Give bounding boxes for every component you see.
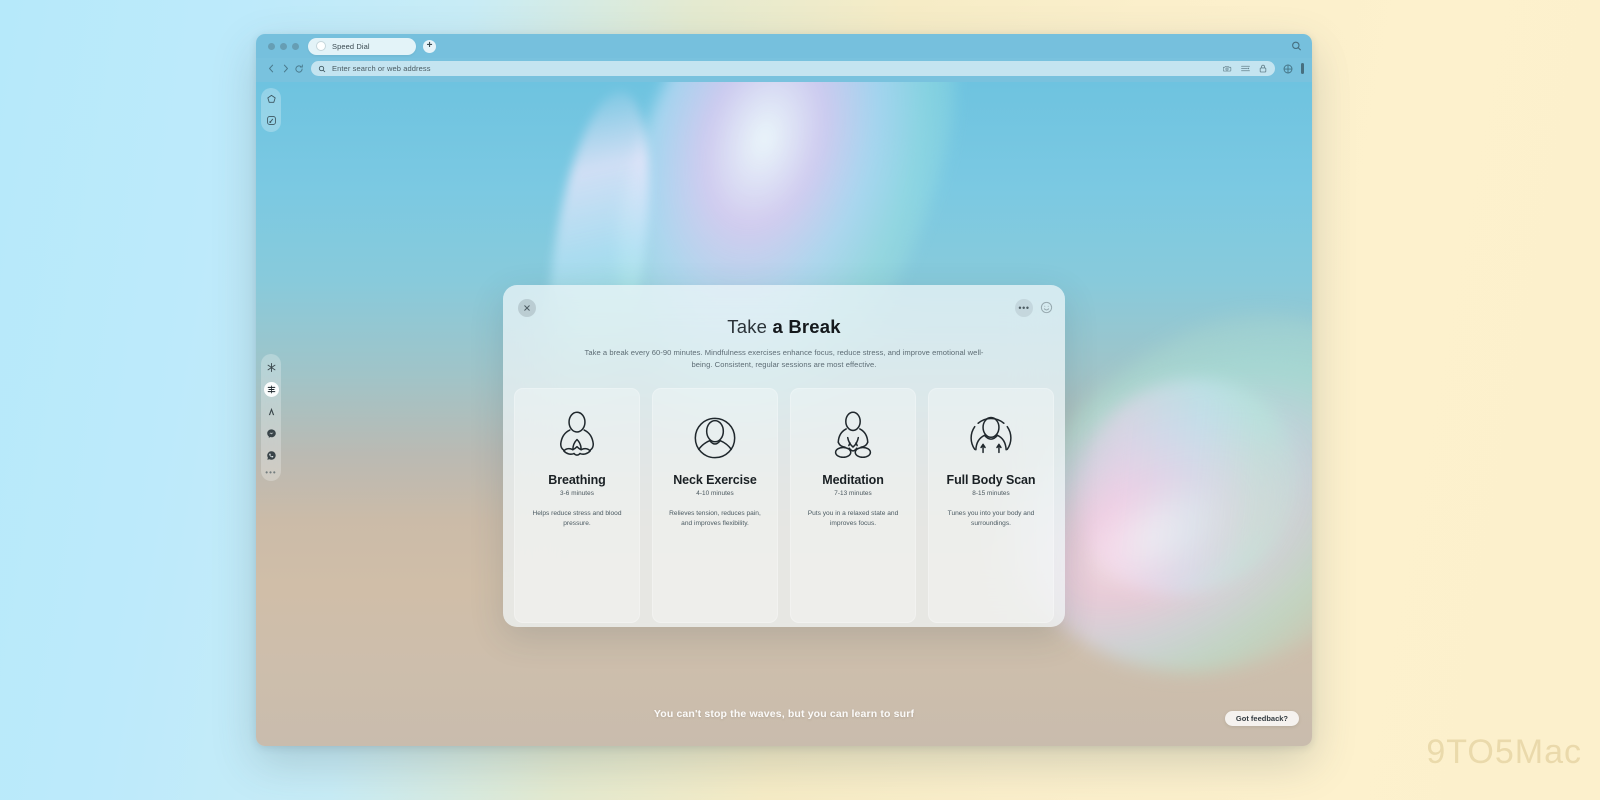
take-a-break-dialog: ••• Take a Break Take a break every 60-9… <box>503 285 1065 627</box>
break-card-title: Meditation <box>822 472 884 487</box>
got-feedback-button[interactable]: Got feedback? <box>1224 711 1299 726</box>
dialog-title-light: Take <box>727 316 768 337</box>
extensions-icon[interactable] <box>1283 64 1293 74</box>
sidebar-item-speed-dial[interactable] <box>263 382 279 397</box>
whatsapp-icon[interactable] <box>264 448 279 463</box>
browser-tab-speed-dial[interactable]: Speed Dial <box>308 37 416 55</box>
tab-title: Speed Dial <box>332 41 370 51</box>
sidebar-more-button[interactable]: ••• <box>265 469 276 477</box>
dialog-more-button[interactable]: ••• <box>1015 299 1033 317</box>
break-card-description: Relieves tension, reduces pain, and impr… <box>669 509 761 527</box>
omnibox-trailing-icons <box>1223 61 1268 76</box>
seated-meditation-icon <box>825 410 881 466</box>
close-dialog-button[interactable] <box>518 299 536 317</box>
snowflake-icon[interactable] <box>264 360 279 375</box>
break-card-breathing[interactable]: Breathing 3-6 minutes Helps reduce stres… <box>514 387 640 623</box>
lotus-meditation-icon <box>549 410 605 466</box>
break-card-title: Full Body Scan <box>946 472 1036 487</box>
break-card-title: Breathing <box>548 472 606 487</box>
break-card-meditation[interactable]: Meditation 7-13 minutes Puts you in a re… <box>790 387 916 623</box>
break-exercise-card-list: Breathing 3-6 minutes Helps reduce stres… <box>503 387 1065 623</box>
sidebar-top-group <box>261 88 281 132</box>
profile-bar-icon[interactable] <box>1301 63 1304 74</box>
watermark-9to5mac: 9TO5Mac <box>1426 733 1582 771</box>
page-root: 9TO5Mac Speed Dial + Enter search or web… <box>0 0 1600 800</box>
break-card-duration: 7-13 minutes <box>834 489 872 497</box>
forward-button[interactable] <box>278 62 292 76</box>
navbar-trailing <box>1283 63 1304 74</box>
back-button[interactable] <box>264 62 278 76</box>
shield-pentagon-icon[interactable] <box>264 92 279 107</box>
break-card-duration: 3-6 minutes <box>560 489 594 497</box>
body-scan-icon <box>963 410 1019 466</box>
maximize-window-button[interactable] <box>292 42 299 50</box>
camera-icon[interactable] <box>1223 64 1232 73</box>
smiley-icon[interactable] <box>1040 301 1054 315</box>
browser-navbar: Enter search or web address <box>256 58 1312 82</box>
dialog-title: Take a Break <box>503 316 1065 338</box>
page-content: ••• ••• Take a Break Take a break every … <box>256 82 1312 746</box>
break-card-neck-exercise[interactable]: Neck Exercise 4-10 minutes Relieves tens… <box>652 387 778 623</box>
new-tab-button[interactable]: + <box>423 39 436 53</box>
motivational-quote: You can't stop the waves, but you can le… <box>653 708 915 720</box>
reader-mode-icon[interactable] <box>1241 64 1250 73</box>
browser-titlebar: Speed Dial + <box>256 34 1312 58</box>
break-card-description: Helps reduce stress and blood pressure. <box>532 509 622 527</box>
omnibox-search-icon <box>318 65 326 73</box>
sidebar-mid-group: ••• <box>261 354 281 481</box>
player-icon[interactable] <box>264 113 279 128</box>
break-card-duration: 8-15 minutes <box>972 489 1010 497</box>
dialog-subtitle: Take a break every 60-90 minutes. Mindfu… <box>584 348 984 369</box>
break-card-full-body-scan[interactable]: Full Body Scan 8-15 minutes Tunes you in… <box>928 387 1054 623</box>
tab-favicon-icon <box>316 41 326 51</box>
address-bar[interactable]: Enter search or web address <box>311 61 1275 76</box>
close-window-button[interactable] <box>268 42 275 50</box>
reload-button[interactable] <box>292 62 306 76</box>
break-card-duration: 4-10 minutes <box>696 489 734 497</box>
address-bar-placeholder: Enter search or web address <box>332 64 431 73</box>
dialog-title-bold: a Break <box>772 316 841 337</box>
messenger-icon[interactable] <box>264 426 279 441</box>
minimize-window-button[interactable] <box>280 42 287 50</box>
person-icon[interactable] <box>264 404 279 419</box>
window-controls[interactable] <box>268 42 299 50</box>
titlebar-search-icon[interactable] <box>1291 41 1302 52</box>
neck-circle-icon <box>687 410 743 466</box>
dialog-actions: ••• <box>1015 299 1054 317</box>
break-card-description: Tunes you into your body and surrounding… <box>947 509 1035 527</box>
break-card-description: Puts you in a relaxed state and improves… <box>807 509 899 527</box>
browser-window: Speed Dial + Enter search or web address… <box>256 34 1312 746</box>
break-card-title: Neck Exercise <box>673 472 757 487</box>
lock-icon[interactable] <box>1259 64 1268 73</box>
